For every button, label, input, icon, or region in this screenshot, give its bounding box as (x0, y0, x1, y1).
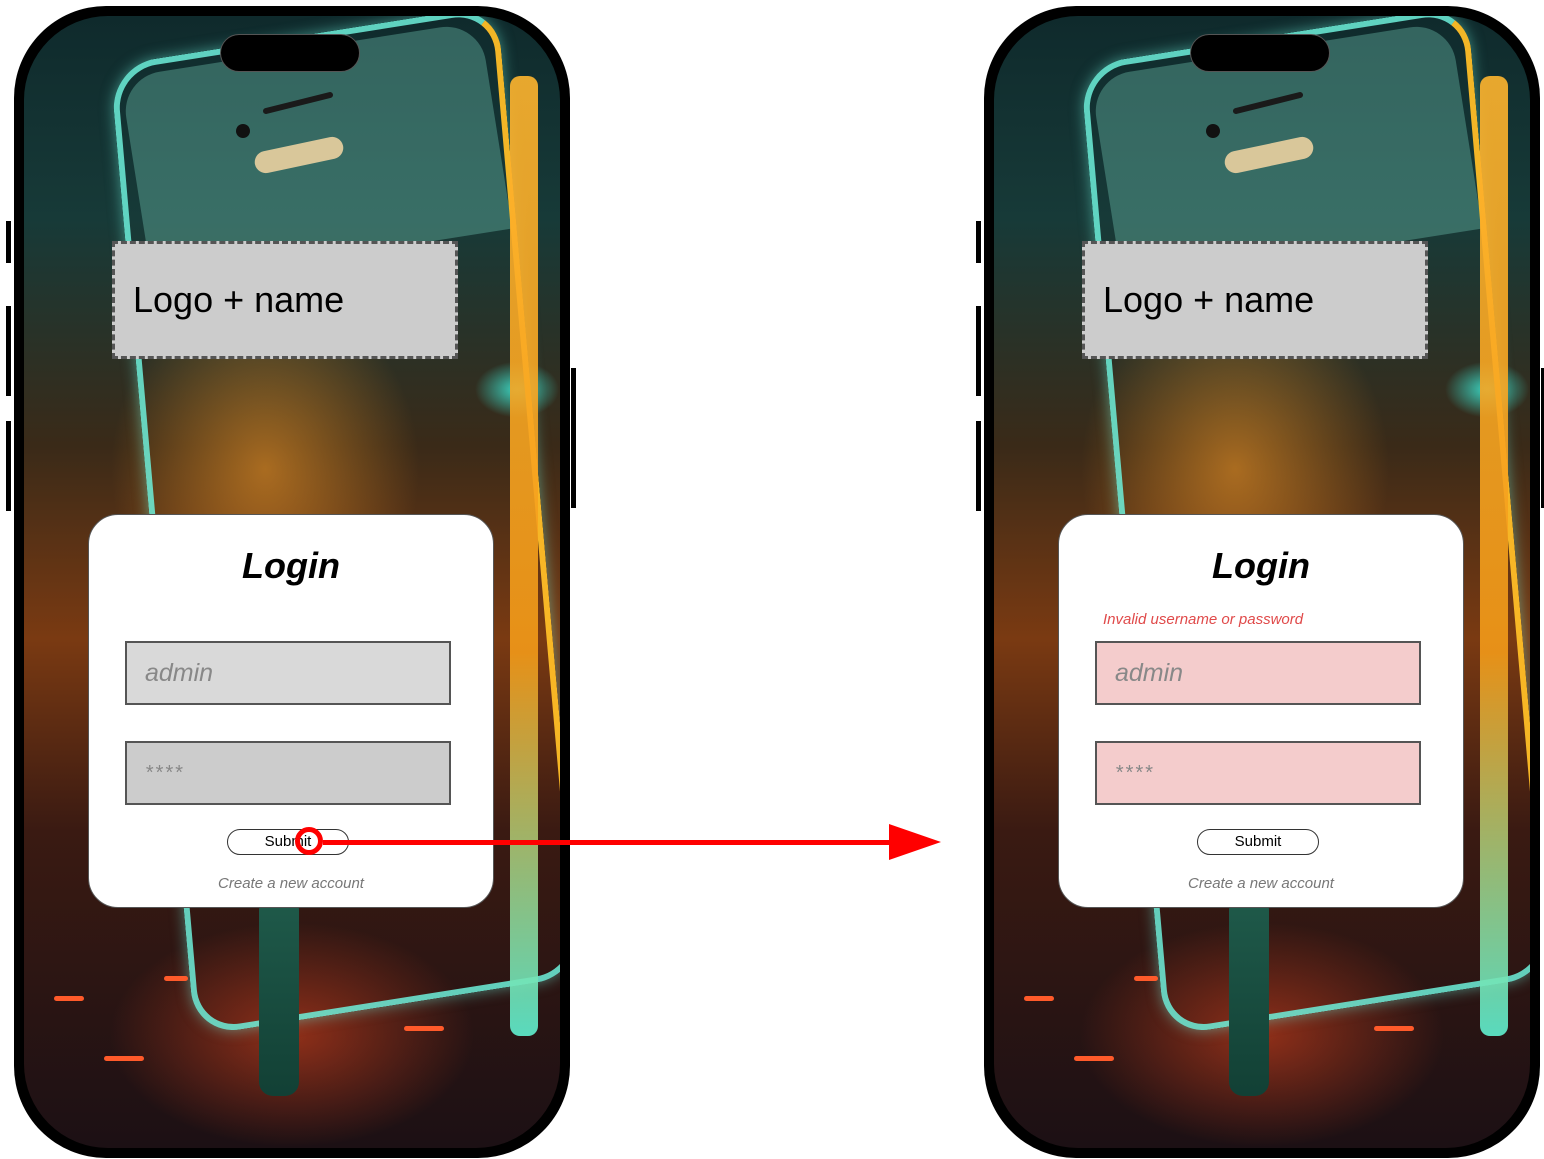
dynamic-island (1190, 34, 1330, 72)
password-placeholder: **** (145, 761, 185, 784)
click-indicator-icon (295, 827, 323, 855)
scene-edge (1480, 76, 1508, 1036)
side-button-volume-up (6, 306, 11, 396)
floor-dash (1134, 976, 1158, 981)
logo-placeholder: Logo + name (112, 241, 458, 359)
scene-figure (259, 896, 299, 1096)
phone-before: Logo + name Login admin **** Submit Crea… (6, 6, 576, 1158)
password-input[interactable]: **** (125, 741, 451, 805)
side-button-mute (976, 221, 981, 263)
side-button-mute (6, 221, 11, 263)
dynamic-island (220, 34, 360, 72)
create-account-link[interactable]: Create a new account (1059, 875, 1463, 892)
scene-camera (236, 124, 250, 138)
side-button-volume-up (976, 306, 981, 396)
phone-after: Logo + name Login Invalid username or pa… (976, 6, 1544, 1158)
password-placeholder: **** (1115, 761, 1155, 784)
floor-dash (1374, 1026, 1414, 1031)
login-card: Login admin **** Submit Create a new acc… (88, 514, 494, 908)
floor-dash (1024, 996, 1054, 1001)
username-input[interactable]: admin (1095, 641, 1421, 705)
flow-arrow-line (323, 840, 891, 845)
side-button-volume-down (6, 421, 11, 511)
logo-label: Logo + name (133, 279, 345, 320)
create-account-link[interactable]: Create a new account (89, 875, 493, 892)
scene-edge (510, 76, 538, 1036)
login-card: Login Invalid username or password admin… (1058, 514, 1464, 908)
floor-dash (54, 996, 84, 1001)
side-button-power (571, 368, 576, 508)
floor-dash (1074, 1056, 1114, 1061)
username-input[interactable]: admin (125, 641, 451, 705)
floor-dash (164, 976, 188, 981)
error-message: Invalid username or password (1103, 611, 1304, 628)
username-placeholder: admin (1115, 658, 1184, 687)
submit-button[interactable]: Submit (1197, 829, 1319, 855)
scene-camera (1206, 124, 1220, 138)
login-title: Login (1212, 545, 1310, 586)
arrow-right-icon (889, 824, 941, 860)
logo-placeholder: Logo + name (1082, 241, 1428, 359)
logo-label: Logo + name (1103, 279, 1315, 320)
floor-dash (104, 1056, 144, 1061)
password-input[interactable]: **** (1095, 741, 1421, 805)
login-title: Login (242, 545, 340, 586)
username-placeholder: admin (145, 658, 214, 687)
scene-figure (1229, 896, 1269, 1096)
floor-dash (404, 1026, 444, 1031)
side-button-volume-down (976, 421, 981, 511)
